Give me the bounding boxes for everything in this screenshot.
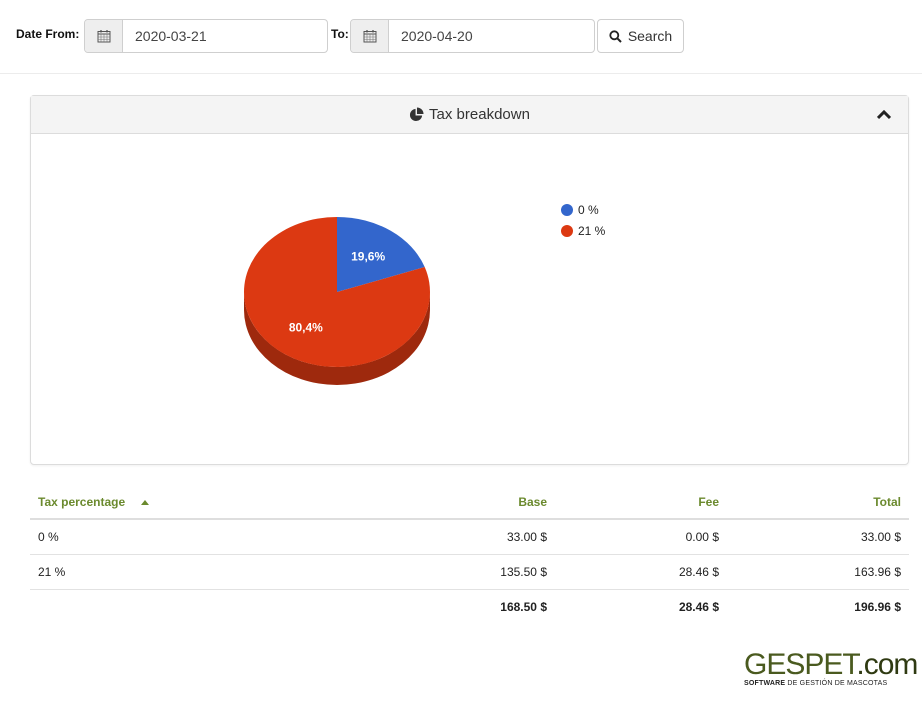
calendar-icon[interactable] — [351, 20, 389, 52]
totals-fee: 28.46 $ — [678, 599, 719, 614]
date-to-label: To: — [331, 27, 349, 41]
search-icon — [609, 29, 622, 43]
cell-fee: 0.00 $ — [555, 519, 727, 555]
header-total[interactable]: Total — [727, 485, 909, 520]
cell-tax: 0 % — [30, 519, 290, 555]
panel-header: Tax breakdown — [31, 96, 908, 134]
cell-total: 33.00 $ — [727, 519, 909, 555]
logo-tagline: SOFTWARE DE GESTIÓN DE MASCOTAS — [744, 680, 888, 687]
legend-label[interactable]: 0 % — [578, 203, 599, 217]
pie-data-label: 19,6% — [351, 249, 385, 263]
totals-tax — [30, 589, 290, 624]
cell-base: 135.50 $ — [290, 554, 555, 590]
table-header-row: Tax percentage Base Fee Total — [30, 485, 909, 520]
table-row: 0 % 33.00 $ 0.00 $ 33.00 $ — [30, 519, 909, 555]
header-fee[interactable]: Fee — [555, 485, 727, 520]
pie-data-label: 80,4% — [289, 321, 323, 335]
search-button[interactable]: Search — [597, 19, 684, 53]
cell-total: 163.96 $ — [727, 554, 909, 590]
table-row: 21 % 135.50 $ 28.46 $ 163.96 $ — [30, 554, 909, 590]
legend-label[interactable]: 21 % — [578, 224, 606, 238]
legend-marker — [561, 204, 573, 216]
legend-marker — [561, 225, 573, 237]
tax-table: Tax percentage Base Fee Total 0 % 33.00 … — [30, 485, 909, 624]
pie-chart-icon — [410, 107, 424, 122]
tax-breakdown-panel: Tax breakdown 19,6% 80,4% 0 % 21 % — [30, 95, 909, 465]
totals-base: 168.50 $ — [500, 599, 547, 614]
chevron-up-icon[interactable] — [876, 107, 892, 123]
date-to-input[interactable] — [389, 20, 594, 52]
gespet-logo: GESPET.com SOFTWARE DE GESTIÓN DE MASCOT… — [744, 648, 918, 688]
header-base[interactable]: Base — [290, 485, 555, 520]
sort-asc-icon — [140, 499, 149, 505]
cell-fee: 28.46 $ — [555, 554, 727, 590]
cell-tax: 21 % — [30, 554, 290, 590]
date-from-group[interactable] — [84, 19, 328, 53]
totals-row: 168.50 $ 28.46 $ 196.96 $ — [30, 589, 909, 624]
logo-brand: GESPET.com — [744, 648, 918, 681]
date-from-label: Date From: — [16, 27, 80, 41]
panel-title: Tax breakdown — [429, 106, 530, 123]
search-button-label: Search — [627, 28, 673, 44]
header-tax-percentage[interactable]: Tax percentage — [30, 485, 290, 520]
date-filter-bar: Date From: To: Search — [0, 0, 922, 74]
totals-total: 196.96 $ — [854, 599, 901, 614]
date-to-group[interactable] — [350, 19, 595, 53]
date-from-input[interactable] — [123, 20, 327, 52]
calendar-icon[interactable] — [85, 20, 123, 52]
pie-chart: 19,6% 80,4% 0 % 21 % — [244, 203, 606, 385]
cell-base: 33.00 $ — [290, 519, 555, 555]
